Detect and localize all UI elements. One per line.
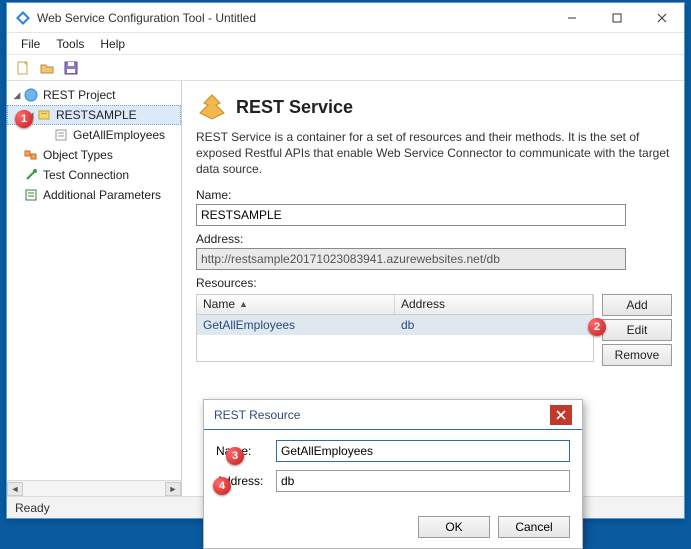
cell-name: GetAllEmployees <box>197 316 395 334</box>
tree-testconnection[interactable]: Test Connection <box>7 165 181 185</box>
scroll-right-icon[interactable]: ► <box>165 482 181 496</box>
menu-tools[interactable]: Tools <box>48 35 92 53</box>
tree-objtypes-label: Object Types <box>43 148 113 162</box>
minimize-button[interactable] <box>549 3 594 33</box>
dialog-name-label: Name: <box>216 444 276 458</box>
page-title: REST Service <box>236 97 353 118</box>
service-icon <box>36 107 52 123</box>
tree-pane: ◢ REST Project ◢ RESTSAMPLE GetAllEmploy… <box>7 81 182 496</box>
menu-help[interactable]: Help <box>92 35 133 53</box>
tree-getallemployees[interactable]: GetAllEmployees <box>7 125 181 145</box>
menubar: File Tools Help <box>7 33 684 55</box>
titlebar: Web Service Configuration Tool - Untitle… <box>7 3 684 33</box>
objecttypes-icon <box>23 147 39 163</box>
resources-table: Name ▲ Address GetAllEmployees db <box>196 294 594 362</box>
tree-root-label: REST Project <box>43 88 115 102</box>
table-header: Name ▲ Address <box>197 295 593 315</box>
scroll-left-icon[interactable]: ◄ <box>7 482 23 496</box>
resources-label: Resources: <box>196 276 672 290</box>
close-button[interactable] <box>639 3 684 33</box>
page-description: REST Service is a container for a set of… <box>196 129 672 178</box>
dialog-close-button[interactable] <box>550 405 572 425</box>
ok-button[interactable]: OK <box>418 516 490 538</box>
tree-scrollbar[interactable]: ◄ ► <box>7 480 181 496</box>
tree-restsample[interactable]: ◢ RESTSAMPLE <box>7 105 181 125</box>
app-icon <box>15 10 31 26</box>
rest-resource-dialog: REST Resource Name: Address: OK Cancel <box>203 399 583 549</box>
callout-2: 2 <box>588 318 606 336</box>
rest-service-icon <box>196 91 228 123</box>
maximize-button[interactable] <box>594 3 639 33</box>
table-row[interactable]: GetAllEmployees db <box>197 315 593 335</box>
remove-button[interactable]: Remove <box>602 344 672 366</box>
project-icon <box>23 87 39 103</box>
callout-1: 1 <box>15 110 33 128</box>
callout-4: 4 <box>213 477 231 495</box>
tree-testconn-label: Test Connection <box>43 168 129 182</box>
tree-addparams-label: Additional Parameters <box>43 188 161 202</box>
dialog-address-input[interactable] <box>276 470 570 492</box>
edit-button[interactable]: Edit <box>602 319 672 341</box>
operation-icon <box>53 127 69 143</box>
name-label: Name: <box>196 188 672 202</box>
sort-asc-icon: ▲ <box>239 299 248 309</box>
menu-file[interactable]: File <box>13 35 48 53</box>
params-icon <box>23 187 39 203</box>
save-icon[interactable] <box>61 58 81 78</box>
col-address[interactable]: Address <box>395 295 593 314</box>
tree-restsample-label: RESTSAMPLE <box>56 108 137 122</box>
add-button[interactable]: Add <box>602 294 672 316</box>
name-input[interactable] <box>196 204 626 226</box>
toolbar <box>7 55 684 81</box>
open-icon[interactable] <box>37 58 57 78</box>
status-text: Ready <box>15 501 50 515</box>
scroll-track[interactable] <box>23 482 165 496</box>
expand-icon[interactable]: ◢ <box>11 90 23 101</box>
cancel-button[interactable]: Cancel <box>498 516 570 538</box>
tree-op-label: GetAllEmployees <box>73 128 165 142</box>
tree-additionalparams[interactable]: Additional Parameters <box>7 185 181 205</box>
callout-3: 3 <box>226 447 244 465</box>
cell-address: db <box>395 316 420 334</box>
dialog-name-input[interactable] <box>276 440 570 462</box>
testconn-icon <box>23 167 39 183</box>
col-name[interactable]: Name ▲ <box>197 295 395 314</box>
address-input[interactable] <box>196 248 626 270</box>
tree-objecttypes[interactable]: Object Types <box>7 145 181 165</box>
tree-root[interactable]: ◢ REST Project <box>7 85 181 105</box>
dialog-title: REST Resource <box>214 408 300 422</box>
window-title: Web Service Configuration Tool - Untitle… <box>37 11 256 25</box>
new-icon[interactable] <box>13 58 33 78</box>
address-label: Address: <box>196 232 672 246</box>
